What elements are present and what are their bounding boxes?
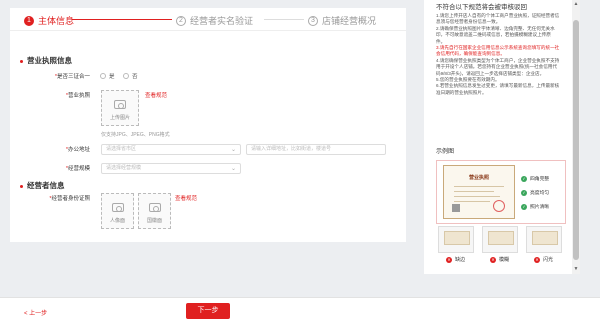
example-box: 营业执照 ✓ 四角完整 ✓ 亮度均匀 ✓ 照片清晰 bbox=[436, 160, 566, 224]
scrollbar[interactable]: ▲ ▼ bbox=[572, 0, 580, 274]
bad-caption: ✕ 模糊 bbox=[490, 256, 510, 263]
footer-bar: < 上一步 下一步 bbox=[0, 297, 600, 324]
seal-icon bbox=[493, 200, 505, 212]
text-line bbox=[454, 186, 504, 187]
scrollbar-thumb[interactable] bbox=[573, 20, 579, 260]
bad-example-image bbox=[438, 226, 474, 253]
text-line bbox=[454, 196, 500, 197]
scroll-down-icon[interactable]: ▼ bbox=[572, 266, 580, 272]
scroll-up-icon[interactable]: ▲ bbox=[572, 1, 580, 7]
id-front-upload[interactable]: 人像面 bbox=[101, 193, 134, 229]
step-number: 2 bbox=[176, 15, 186, 26]
text-line bbox=[454, 191, 494, 192]
license-upload-box[interactable]: 上传图片 bbox=[101, 90, 139, 126]
tip-item: 6.若营业执照信息发生过变更，请填写最新信息，上传最新核准日期的营业执照照片。 bbox=[436, 83, 560, 95]
prev-step-button[interactable]: < 上一步 bbox=[24, 308, 47, 317]
chevron-down-icon: ⌄ bbox=[230, 147, 236, 153]
qr-code-icon bbox=[452, 204, 460, 212]
bad-caption: ✕ 闪光 bbox=[534, 256, 554, 263]
license-section-title: 营业执照信息 bbox=[20, 55, 72, 66]
license-label: *营业执照 bbox=[65, 93, 90, 99]
license-title: 营业执照 bbox=[468, 175, 489, 181]
camera-icon bbox=[148, 203, 161, 212]
format-hint: 仅支持JPG、JPEG、PNG格式 bbox=[101, 132, 170, 138]
operator-section-title: 经营者信息 bbox=[20, 180, 65, 191]
step-2: 2 经营者实名验证 bbox=[176, 14, 253, 27]
scale-label: *经营规模 bbox=[65, 166, 90, 172]
close-icon: ✕ bbox=[534, 256, 540, 263]
tip-item: 3.请先自行在国家企业信用信息公示系统查询您填写的统一社会信用代码，确保能查询到… bbox=[436, 45, 560, 57]
check-icon: ✓ bbox=[521, 175, 527, 182]
license-thumbnail bbox=[488, 231, 514, 245]
radio-yes[interactable]: 是 bbox=[100, 72, 115, 80]
guideline-heading: 不符合以下规范将会被审核驳回 bbox=[436, 4, 527, 11]
license-example-image: 营业执照 bbox=[443, 165, 515, 219]
step-number: 3 bbox=[308, 15, 318, 26]
step-connector bbox=[72, 19, 172, 20]
id-back-upload[interactable]: 国徽面 bbox=[138, 193, 171, 229]
camera-icon bbox=[114, 100, 126, 109]
next-step-button[interactable]: 下一步 bbox=[186, 303, 230, 319]
bad-example-image bbox=[526, 226, 562, 253]
view-spec-link[interactable]: 查看规范 bbox=[145, 91, 167, 99]
check-item: ✓ 四角完整 bbox=[521, 175, 550, 182]
close-icon: ✕ bbox=[446, 256, 452, 263]
step-label: 经营者实名验证 bbox=[190, 16, 254, 26]
tip-item: 4.请您确保营业执照类型为个体工商户，企业营业执照不支持用于开设个人店铺。若您持… bbox=[436, 57, 560, 76]
text-line bbox=[454, 201, 490, 202]
id-label: *经营者身份证照 bbox=[49, 196, 90, 202]
unified-label: *是否三证合一 bbox=[54, 74, 90, 80]
scale-select[interactable]: 请选择经营规模 ⌄ bbox=[101, 163, 241, 174]
check-item: ✓ 照片清晰 bbox=[521, 203, 550, 210]
bad-example-image bbox=[482, 226, 518, 253]
guideline-tips: 1.请您上传开店人自有的个体工商户营业执照，证照经营者信息须与您经营者身份信息一… bbox=[436, 13, 560, 96]
check-icon: ✓ bbox=[521, 189, 527, 196]
example-title: 示例图 bbox=[436, 149, 455, 155]
radio-dot bbox=[123, 73, 129, 79]
chevron-down-icon: ⌄ bbox=[230, 166, 236, 172]
form-card: 1 主体信息 2 经营者实名验证 3 店铺经营概况 营业执照信息 *是否三证合一… bbox=[10, 8, 406, 242]
region-select[interactable]: 请选择省市区 ⌄ bbox=[101, 144, 241, 155]
step-1: 1 主体信息 bbox=[24, 14, 74, 27]
guideline-panel: 不符合以下规范将会被审核驳回 1.请您上传开店人自有的个体工商户营业执照，证照经… bbox=[424, 0, 572, 274]
step-bar: 1 主体信息 2 经营者实名验证 3 店铺经营概况 bbox=[10, 8, 406, 31]
step-3: 3 店铺经营概况 bbox=[308, 14, 376, 27]
address-label: *办公地址 bbox=[65, 147, 90, 153]
upload-label: 上传图片 bbox=[109, 115, 130, 121]
check-icon: ✓ bbox=[521, 203, 527, 210]
upload-label: 人像面 bbox=[109, 218, 125, 224]
upload-label: 国徽面 bbox=[146, 218, 162, 224]
tip-item: 1.请您上传开店人自有的个体工商户营业执照，证照经营者信息须与您经营者身份信息一… bbox=[436, 13, 560, 25]
step-number: 1 bbox=[24, 15, 34, 26]
step-label: 店铺经营概况 bbox=[322, 16, 377, 26]
license-thumbnail bbox=[444, 231, 470, 245]
main-area: 1 主体信息 2 经营者实名验证 3 店铺经营概况 营业执照信息 *是否三证合一… bbox=[0, 0, 414, 297]
bad-caption: ✕ 缺边 bbox=[446, 256, 466, 263]
camera-icon bbox=[111, 203, 124, 212]
check-list: ✓ 四角完整 ✓ 亮度均匀 ✓ 照片清晰 bbox=[521, 175, 549, 217]
step-label: 主体信息 bbox=[38, 16, 75, 26]
license-thumbnail bbox=[532, 231, 558, 245]
address-detail-input[interactable]: 请输入详细地址，比如街道，楼道号 bbox=[246, 144, 386, 155]
step-connector bbox=[264, 19, 304, 20]
radio-dot bbox=[100, 73, 106, 79]
radio-no[interactable]: 否 bbox=[123, 72, 138, 80]
close-icon: ✕ bbox=[490, 256, 496, 263]
check-item: ✓ 亮度均匀 bbox=[521, 189, 550, 196]
tip-item: 2.请确保营业执照图片字体清晰、边角完整、无任何无关水印，不可故意遮盖二维码或信… bbox=[436, 25, 555, 44]
view-spec-link[interactable]: 查看规范 bbox=[175, 194, 197, 202]
